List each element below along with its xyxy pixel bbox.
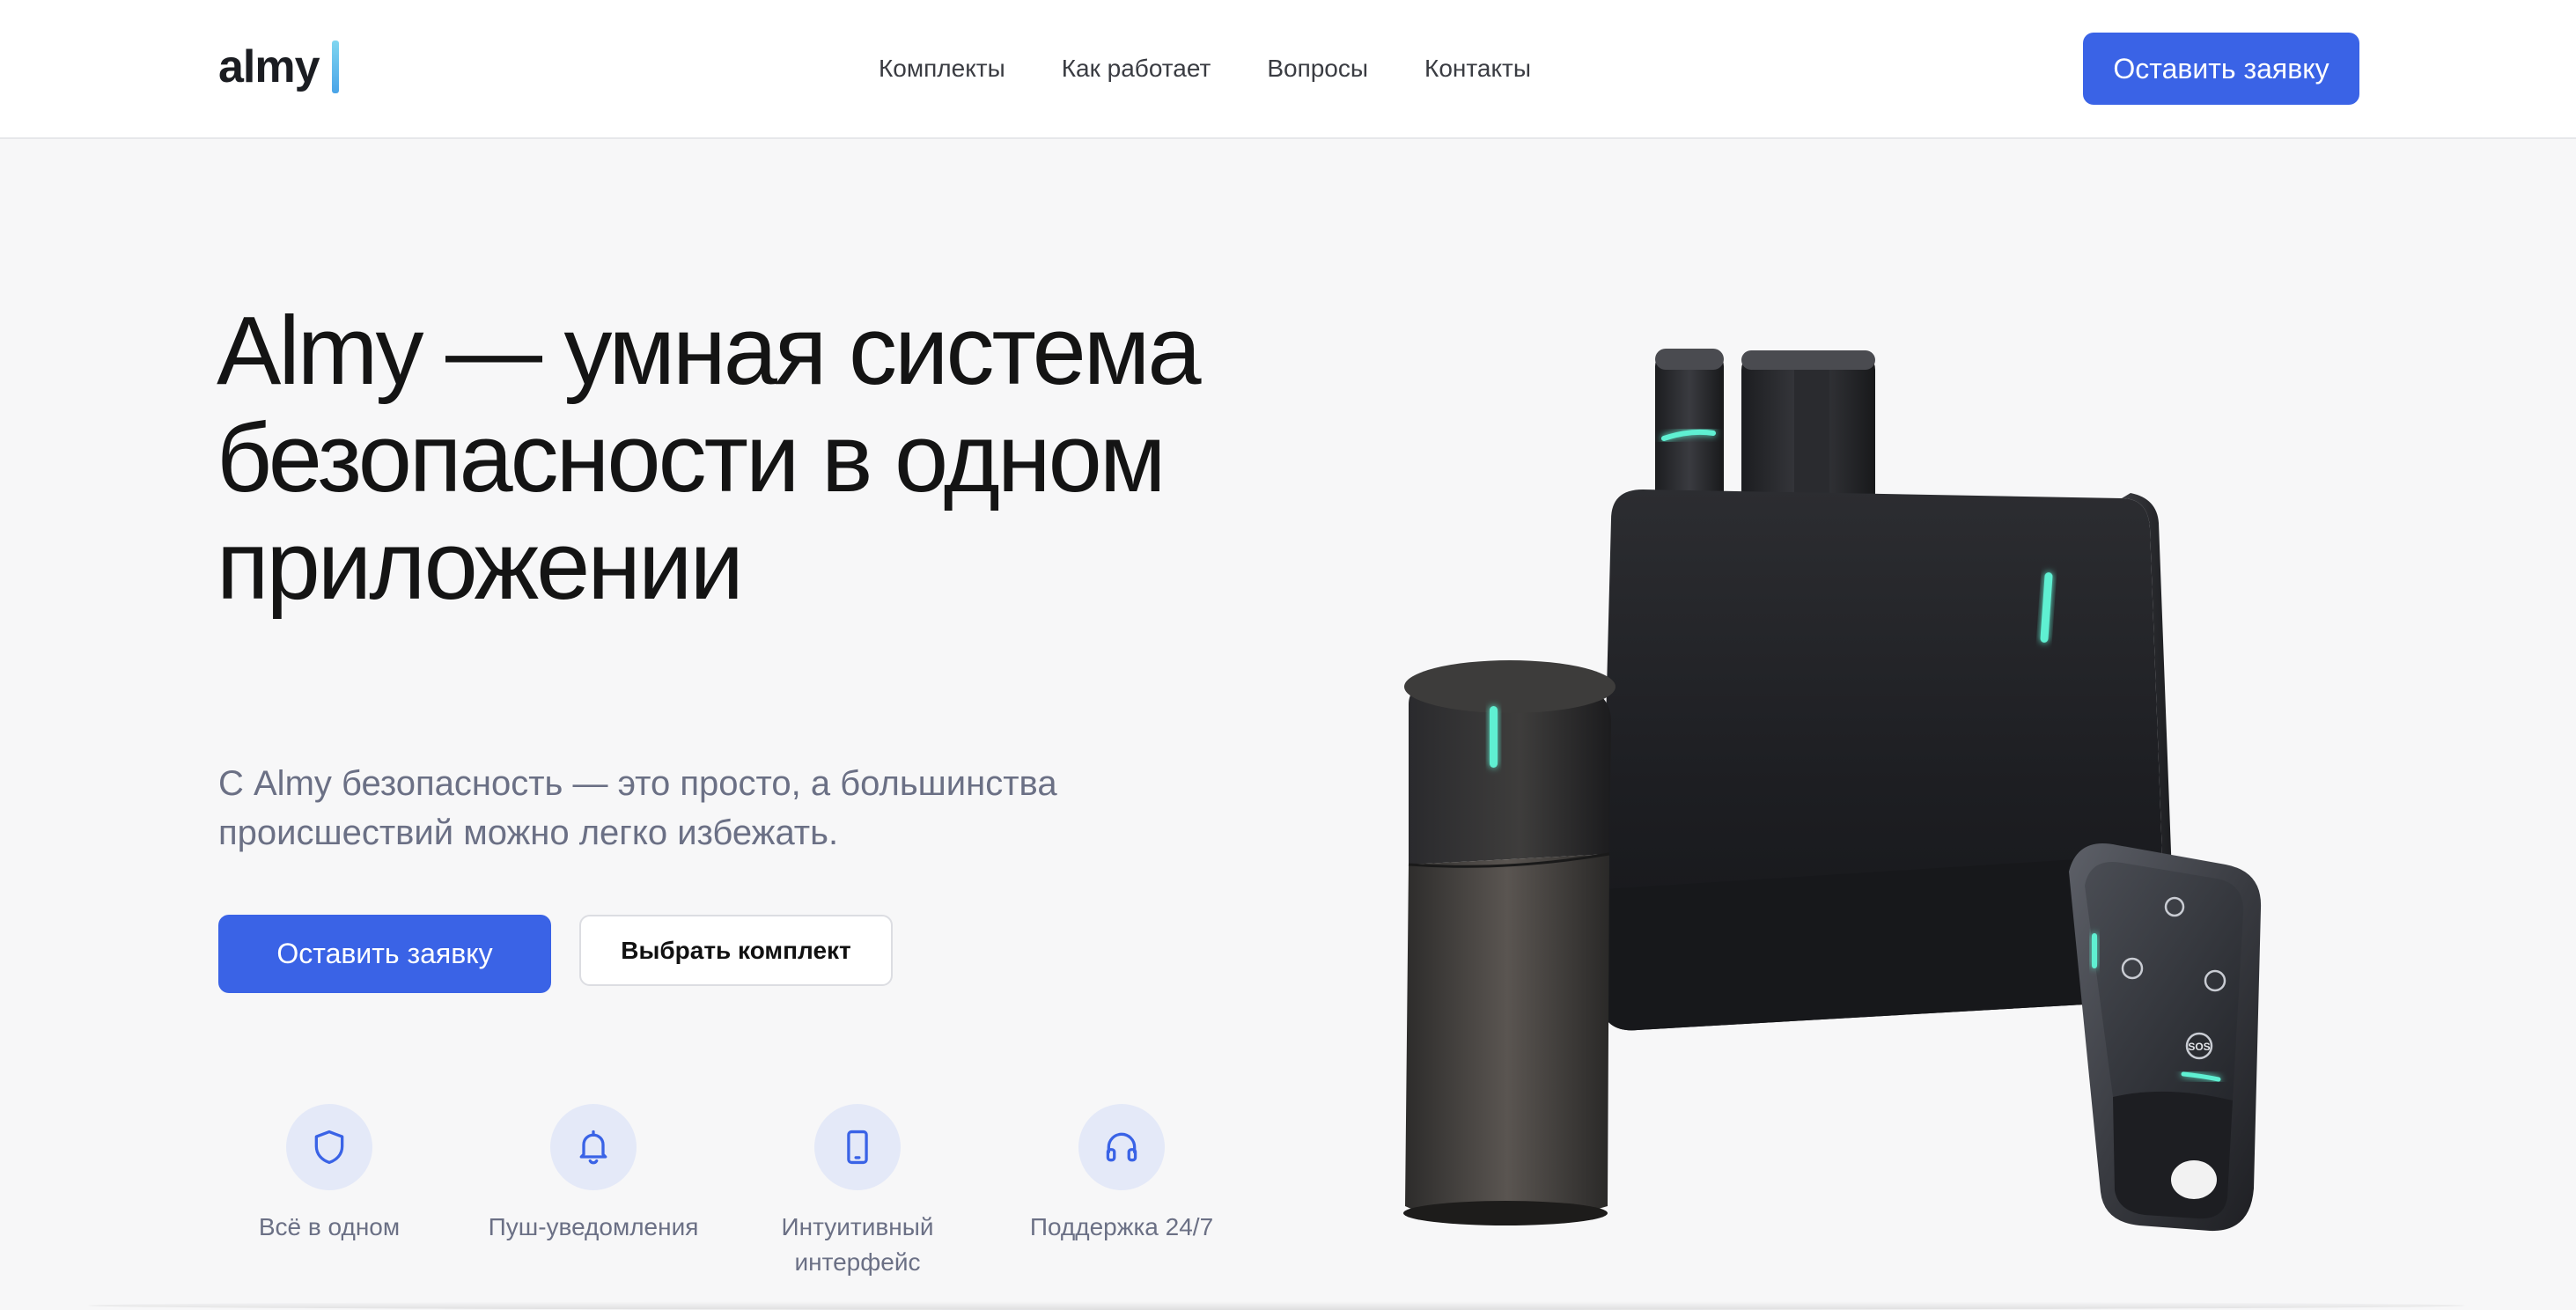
feature-label: Интуитивный интерфейс xyxy=(781,1213,934,1276)
site-header: almy Комплекты Как работает Вопросы Конт… xyxy=(0,0,2576,139)
feature-intuitive-interface: Интуитивный интерфейс xyxy=(725,1104,990,1280)
bell-icon xyxy=(579,1130,607,1165)
choose-kit-button[interactable]: Выбрать комплект xyxy=(579,915,893,986)
tablet-icon xyxy=(847,1130,868,1165)
nav-link-contacts[interactable]: Контакты xyxy=(1424,51,1531,86)
headphones-icon xyxy=(1106,1132,1137,1162)
hero-title: Almy — умная система безопасности в одно… xyxy=(217,297,1202,620)
logo-mark xyxy=(331,40,339,93)
feature-icon-circle xyxy=(286,1104,372,1190)
feature-icon-circle xyxy=(550,1104,637,1190)
main-nav: Комплекты Как работает Вопросы Контакты xyxy=(879,51,1531,86)
key-fob: SOS xyxy=(2069,843,2262,1232)
feature-push-notifications: Пуш-уведомления xyxy=(461,1104,725,1245)
nav-link-faq[interactable]: Вопросы xyxy=(1267,51,1368,86)
motion-sensor xyxy=(1403,660,1616,1225)
sos-button-label: SOS xyxy=(2188,1041,2210,1053)
section-divider-shadow xyxy=(88,1301,2465,1310)
feature-label: Пуш-уведомления xyxy=(488,1213,699,1240)
logo-text: almy xyxy=(218,41,320,92)
header-request-button[interactable]: Оставить заявку xyxy=(2083,33,2359,105)
shield-icon xyxy=(314,1130,344,1165)
feature-icon-circle xyxy=(1078,1104,1165,1190)
logo[interactable]: almy xyxy=(218,40,339,93)
hero-subtitle: С Almy безопасность — это просто, а боль… xyxy=(218,764,1057,852)
product-devices-image: SOS xyxy=(1403,349,2262,1232)
feature-label: Поддержка 24/7 xyxy=(1029,1213,1214,1240)
feature-support-24-7: Поддержка 24/7 xyxy=(990,1104,1254,1245)
feature-label: Всё в одном xyxy=(258,1213,401,1240)
feature-all-in-one: Всё в одном xyxy=(197,1104,461,1245)
nav-link-how-it-works[interactable]: Как работает xyxy=(1062,51,1211,86)
nav-link-kits[interactable]: Комплекты xyxy=(879,51,1005,86)
hero-request-button[interactable]: Оставить заявку xyxy=(218,915,551,993)
feature-icon-circle xyxy=(814,1104,901,1190)
